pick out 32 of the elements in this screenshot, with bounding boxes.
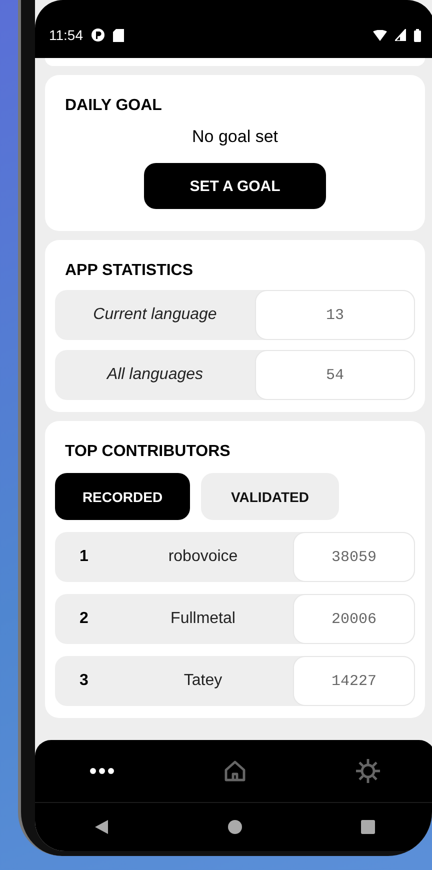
home-circle-icon[interactable] xyxy=(228,820,242,834)
goal-message: No goal set xyxy=(192,127,278,147)
signal-icon xyxy=(395,29,406,41)
filter-tab[interactable]: VALIDATED xyxy=(201,473,339,520)
notification-icon xyxy=(91,28,105,42)
wifi-icon xyxy=(373,30,387,40)
sd-card-icon xyxy=(113,28,124,42)
stat-label: All languages xyxy=(106,366,204,384)
battery-icon xyxy=(414,28,421,42)
stat-label: Current language xyxy=(93,306,217,324)
back-icon[interactable] xyxy=(94,820,109,834)
contributor-name: Tatey xyxy=(184,672,222,690)
contribution-count: 20006 xyxy=(293,594,415,644)
contributor-name: robovoice xyxy=(168,548,238,566)
rank-number: 3 xyxy=(80,672,88,690)
contribution-count: 14227 xyxy=(293,656,415,706)
card-title: DAILY GOAL xyxy=(65,97,162,115)
rank-number: 2 xyxy=(80,610,88,628)
stat-value: 54 xyxy=(255,350,415,400)
stat-value: 13 xyxy=(255,290,415,340)
more-icon[interactable] xyxy=(90,768,114,774)
home-icon[interactable] xyxy=(222,759,247,783)
recents-icon[interactable] xyxy=(361,820,376,834)
status-time: 11:54 xyxy=(49,27,83,43)
filter-tab[interactable]: RECORDED xyxy=(55,473,190,520)
contributor-name: Fullmetal xyxy=(170,610,236,628)
card-title: TOP CONTRIBUTORS xyxy=(65,443,230,461)
set-goal-button[interactable]: SET A GOAL xyxy=(144,163,326,209)
contribution-count: 38059 xyxy=(293,532,415,582)
rank-number: 1 xyxy=(80,548,88,566)
settings-icon[interactable] xyxy=(355,758,382,784)
card-title: APP STATISTICS xyxy=(65,262,194,280)
